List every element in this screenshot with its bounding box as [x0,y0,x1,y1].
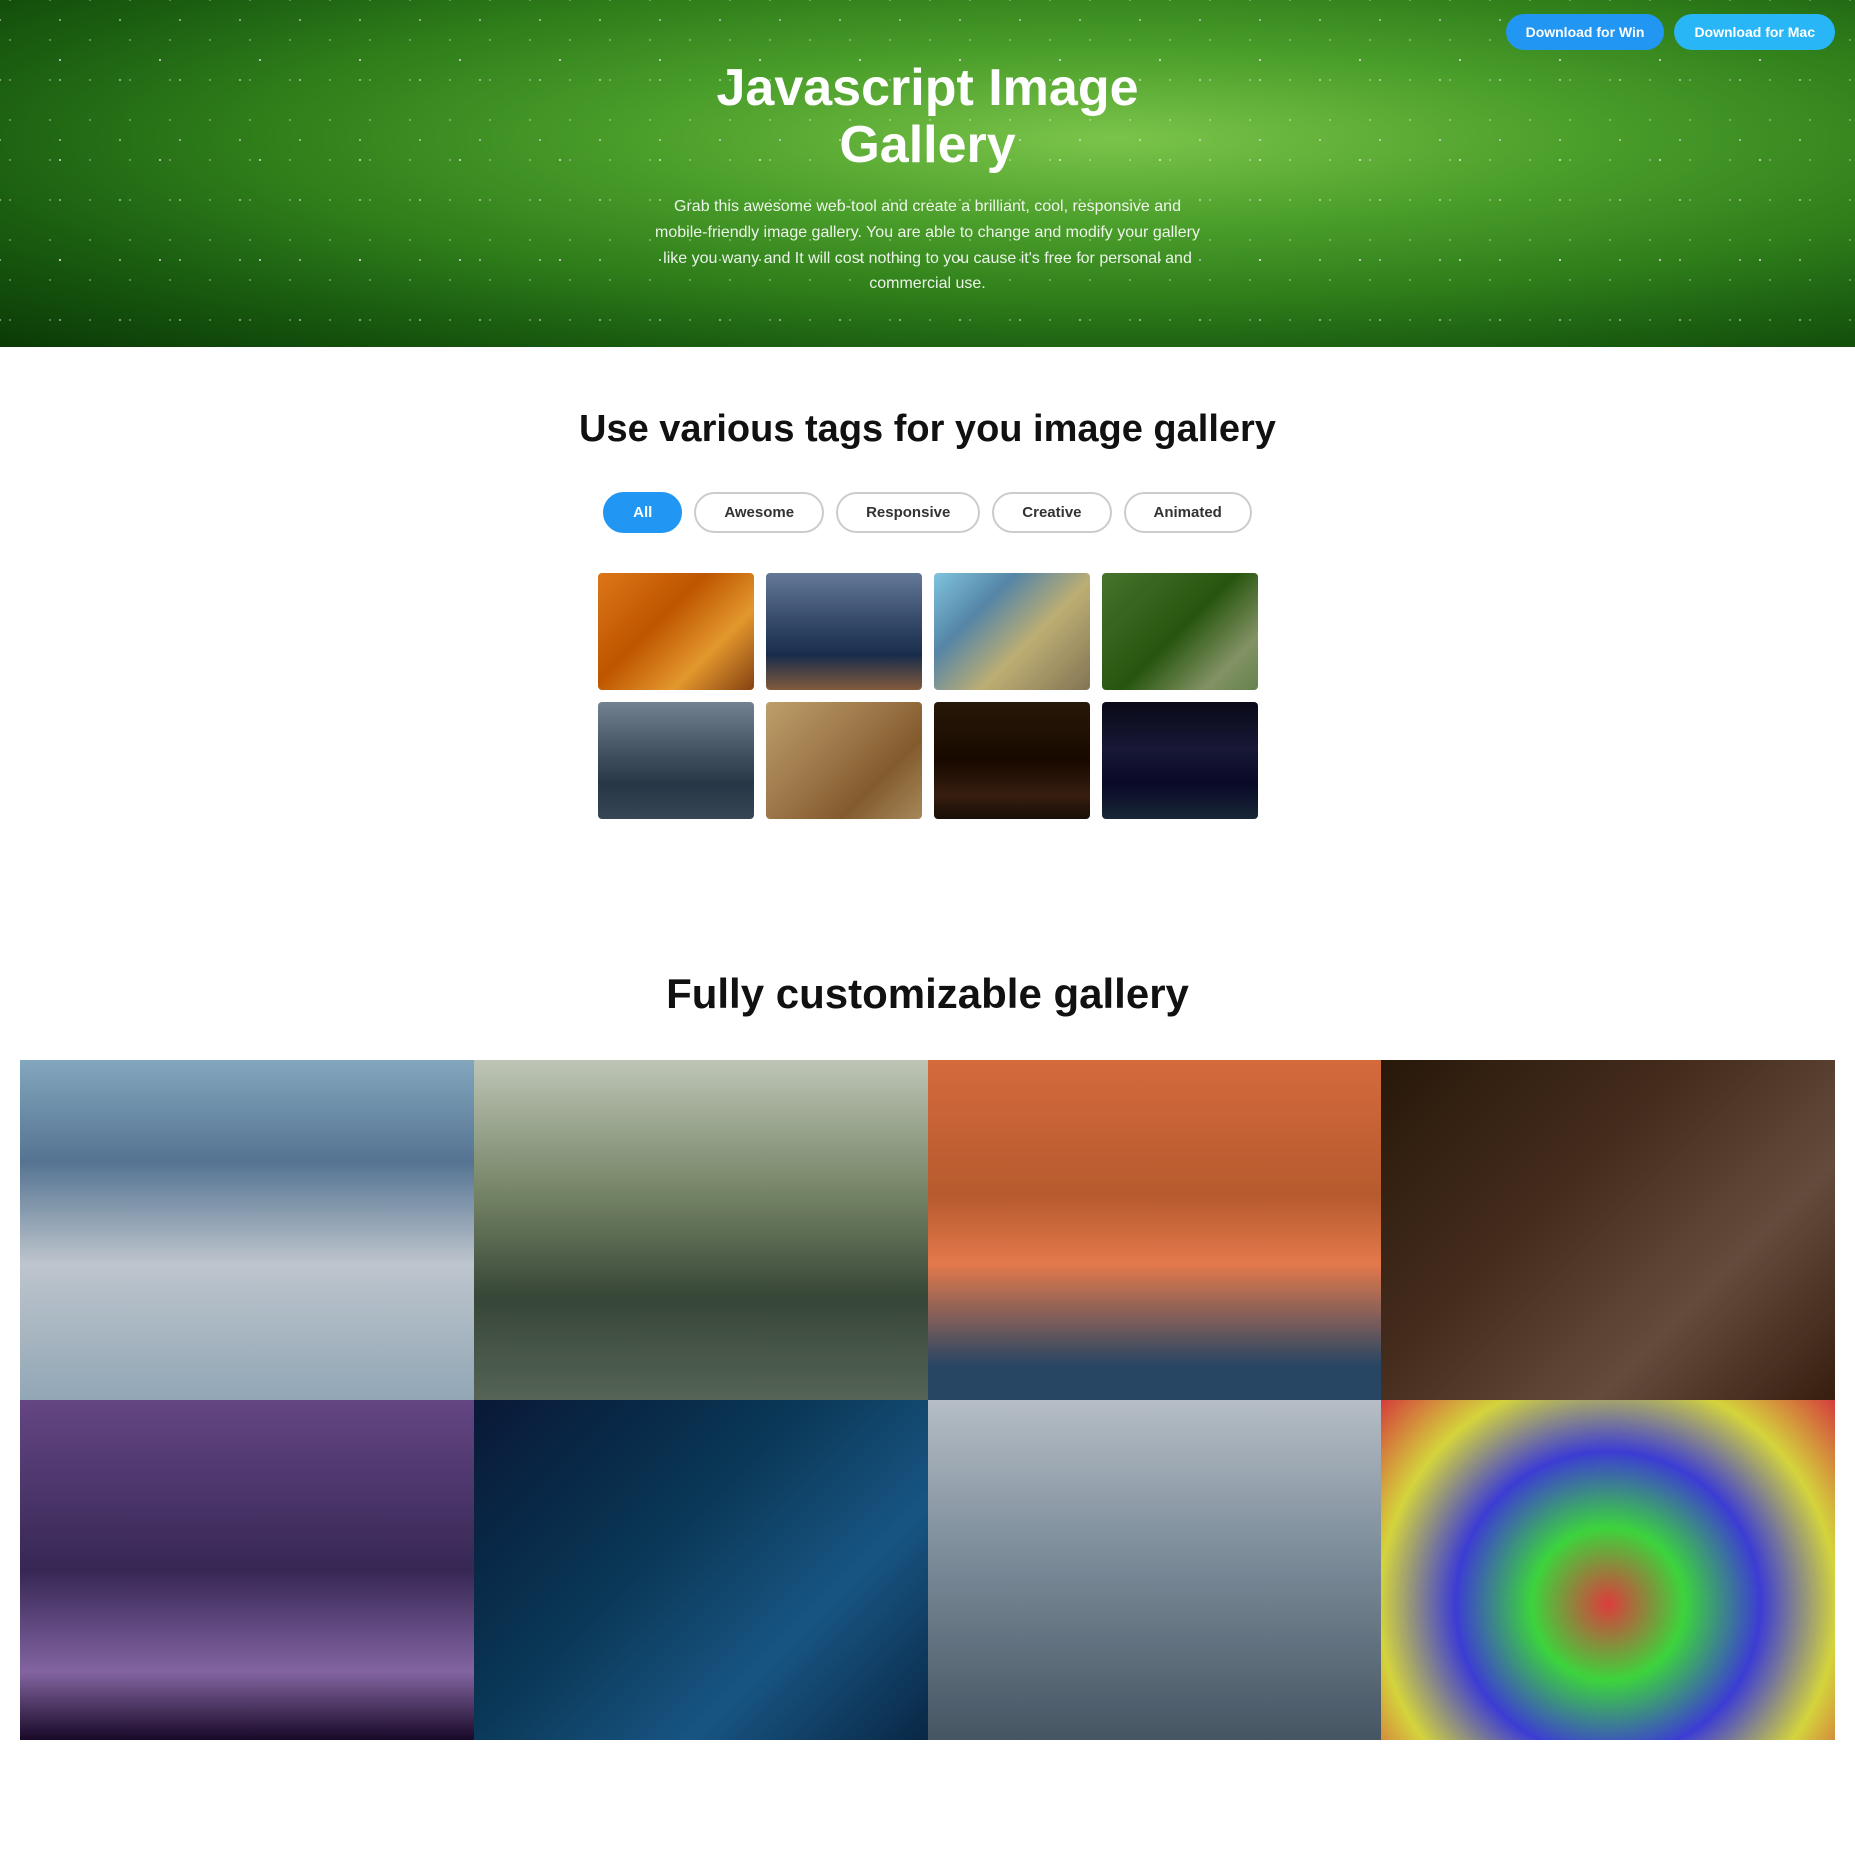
download-mac-button[interactable]: Download for Mac [1674,14,1835,50]
filter-btn-creative[interactable]: Creative [992,492,1111,533]
gallery-item-8[interactable] [1102,702,1258,819]
gallery-item-4[interactable] [1102,573,1258,690]
fw-gallery-item-1[interactable] [20,1060,474,1400]
fw-gallery-item-8[interactable] [1381,1400,1835,1740]
tags-title: Use various tags for you image gallery [20,407,1835,453]
hero-description: Grab this awesome web-tool and create a … [648,194,1208,296]
gallery-item-3[interactable] [934,573,1090,690]
fw-gallery-item-7[interactable] [928,1400,1382,1740]
filter-btn-animated[interactable]: Animated [1124,492,1252,533]
hero-title: Javascript Image Gallery [648,60,1208,174]
fw-gallery-item-3[interactable] [928,1060,1382,1400]
hero-content: Javascript Image Gallery Grab this aweso… [648,60,1208,297]
fw-gallery-item-6[interactable] [474,1400,928,1740]
fw-gallery-item-5[interactable] [20,1400,474,1740]
gallery-item-1[interactable] [598,573,754,690]
gallery-item-2[interactable] [766,573,922,690]
hero-section: Download for Win Download for Mac Javasc… [0,0,1855,347]
gallery-item-5[interactable] [598,702,754,819]
filter-btn-awesome[interactable]: Awesome [694,492,824,533]
gallery-grid [578,573,1278,819]
filter-btn-all[interactable]: All [603,492,682,533]
gallery-item-6[interactable] [766,702,922,819]
tags-section: Use various tags for you image gallery A… [0,347,1855,910]
fw-gallery-item-4[interactable] [1381,1060,1835,1400]
custom-section: Fully customizable gallery [0,909,1855,1740]
filter-buttons: All Awesome Responsive Creative Animated [20,492,1835,533]
filter-btn-responsive[interactable]: Responsive [836,492,980,533]
hero-buttons: Download for Win Download for Mac [1506,14,1835,50]
fw-gallery-item-2[interactable] [474,1060,928,1400]
custom-section-title: Fully customizable gallery [20,969,1835,1019]
fullwidth-gallery [20,1060,1835,1741]
gallery-item-7[interactable] [934,702,1090,819]
download-win-button[interactable]: Download for Win [1506,14,1665,50]
